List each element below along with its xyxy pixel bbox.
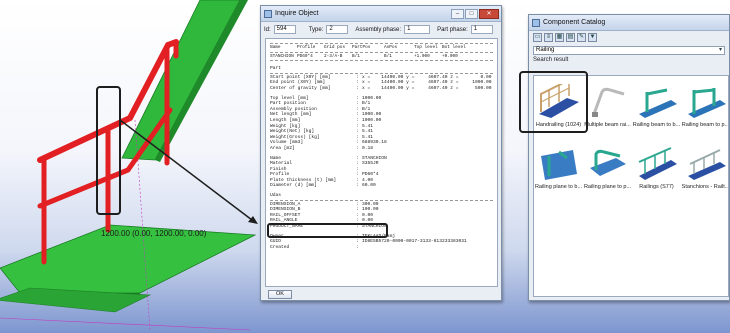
report-value: 60.00 [362,183,376,189]
catalog-item-label: Railing plane to p... [583,184,632,190]
minimize-button[interactable]: – [451,8,464,19]
id-field[interactable]: 594 [273,25,296,34]
catalog-item[interactable]: Railing beam to p... [681,82,729,142]
beam-top [121,0,241,161]
list-view-icon[interactable]: ≡ [544,33,553,42]
search-result-label: Search result [533,57,569,63]
report-value: S355JR [362,161,379,167]
catalog-item[interactable]: Stanchions - Railt... [681,144,729,204]
ok-button[interactable]: OK [268,290,292,299]
id-label: Id: [264,26,271,33]
report-header-row: Name Profile Grid pos PartPos AsPos Top level… [270,45,466,50]
report-value: ID8E5B5720-0000-0017-3133-613233383031 [362,239,467,245]
dimension-highlight [267,223,388,238]
railing-plane-icon [534,146,583,182]
coords-block: Start point (X0Y) [mm]: x = 14400.00 y = … [270,75,493,92]
railings-icon [632,146,681,182]
report-key: Created [270,244,290,250]
type-field[interactable]: 2 [326,25,349,34]
inquire-object-window[interactable]: Inquire Object – □ ✕ Id: 594 Type: 2 Ass… [260,5,502,301]
railing-plane-plate-icon [583,146,632,182]
thumbnail-view-icon[interactable]: ▦ [555,33,564,42]
udas-header: Udas [270,193,282,199]
catalog-item[interactable]: Multiple beam rai... [583,82,632,142]
report-value: 0.18 [362,145,374,151]
multiple-beam-railing-icon [583,84,632,120]
report-value: x = 14400.00 y = 4607.40 z = 500.00 [362,85,492,91]
inquire-header-fields: Id: 594 Type: 2 Assembly phase: 1 Part p… [261,22,501,37]
folder-icon[interactable]: ▭ [533,33,542,42]
catalog-titlebar[interactable]: Component Catalog [529,15,729,31]
catalog-item[interactable]: Railing beam to b... [632,82,681,142]
catalog-item-label: Stanchions - Railt... [681,184,729,190]
dimension-label: 1200.00 (0.00, 1200.00, 0.00) [101,229,207,238]
railing-beam-icon [632,84,681,120]
report-separator: : [356,244,359,250]
stanchions-icon [681,146,728,182]
catalog-title: Component Catalog [543,19,606,26]
part-phase-field[interactable]: 1 [470,25,493,34]
report-summary-row: STANCHION PD60*4 2-3/A-B B/1 B/1 +1.000 +0.000 [270,53,458,59]
catalog-window-icon [532,18,540,27]
part-phase-label: Part phase: [437,26,468,33]
handrailing-selection-highlight [519,71,588,133]
part-section-header: Part [270,66,282,72]
component-catalog-window[interactable]: Component Catalog ▭ ≡ ▦ ▤ ✎ ▼ Railing Se… [528,14,730,301]
catalog-item[interactable]: Railing plane to b... [534,144,583,204]
assembly-phase-field[interactable]: 1 [404,25,431,34]
catalog-item[interactable]: Railings (S77) [632,144,681,204]
catalog-toolbar: ▭ ≡ ▦ ▤ ✎ ▼ [529,31,729,44]
properties-block: Top level [mm]:1000.00 Part position: B/1 A… [270,96,493,152]
report-row: Created: [270,245,493,251]
report-key: Diameter (d) [mm] [270,183,317,189]
tools-icon[interactable]: ✎ [577,33,586,42]
inquire-report[interactable]: Name Profile Grid pos PartPos AsPos Top level… [265,38,498,287]
report-key: Area [m2] [270,145,295,151]
report-key: Center of gravity [mm] [270,85,331,91]
details-view-icon[interactable]: ▤ [566,33,575,42]
callout-arrow-line [119,119,253,221]
search-input[interactable]: Railing [533,46,725,55]
assembly-phase-label: Assembly phase: [355,26,402,33]
catalog-item[interactable]: Railing plane to p... [583,144,632,204]
catalog-item-label: Railing beam to p... [681,122,729,128]
maximize-button[interactable]: □ [465,8,478,19]
grid-line [0,317,251,331]
inquire-title: Inquire Object [275,10,319,17]
report-row: Center of gravity [mm]: x = 14400.00 y = … [270,86,493,92]
catalog-item-label: Multiple beam rai... [584,122,631,128]
close-button[interactable]: ✕ [479,8,499,19]
type-label: Type: [308,26,324,33]
inquire-titlebar[interactable]: Inquire Object – □ ✕ [261,6,501,22]
window-icon [264,9,272,18]
catalog-item-label: Railing beam to b... [632,122,681,128]
catalog-item-label: Railings (S77) [639,184,674,190]
filter-icon[interactable]: ▼ [588,33,597,42]
catalog-item-label: Railing plane to b... [534,184,583,190]
material-block: Name: STANCHION Material: S355JR Finish: Prof… [270,156,493,190]
railing-beam-plate-icon [681,84,728,120]
